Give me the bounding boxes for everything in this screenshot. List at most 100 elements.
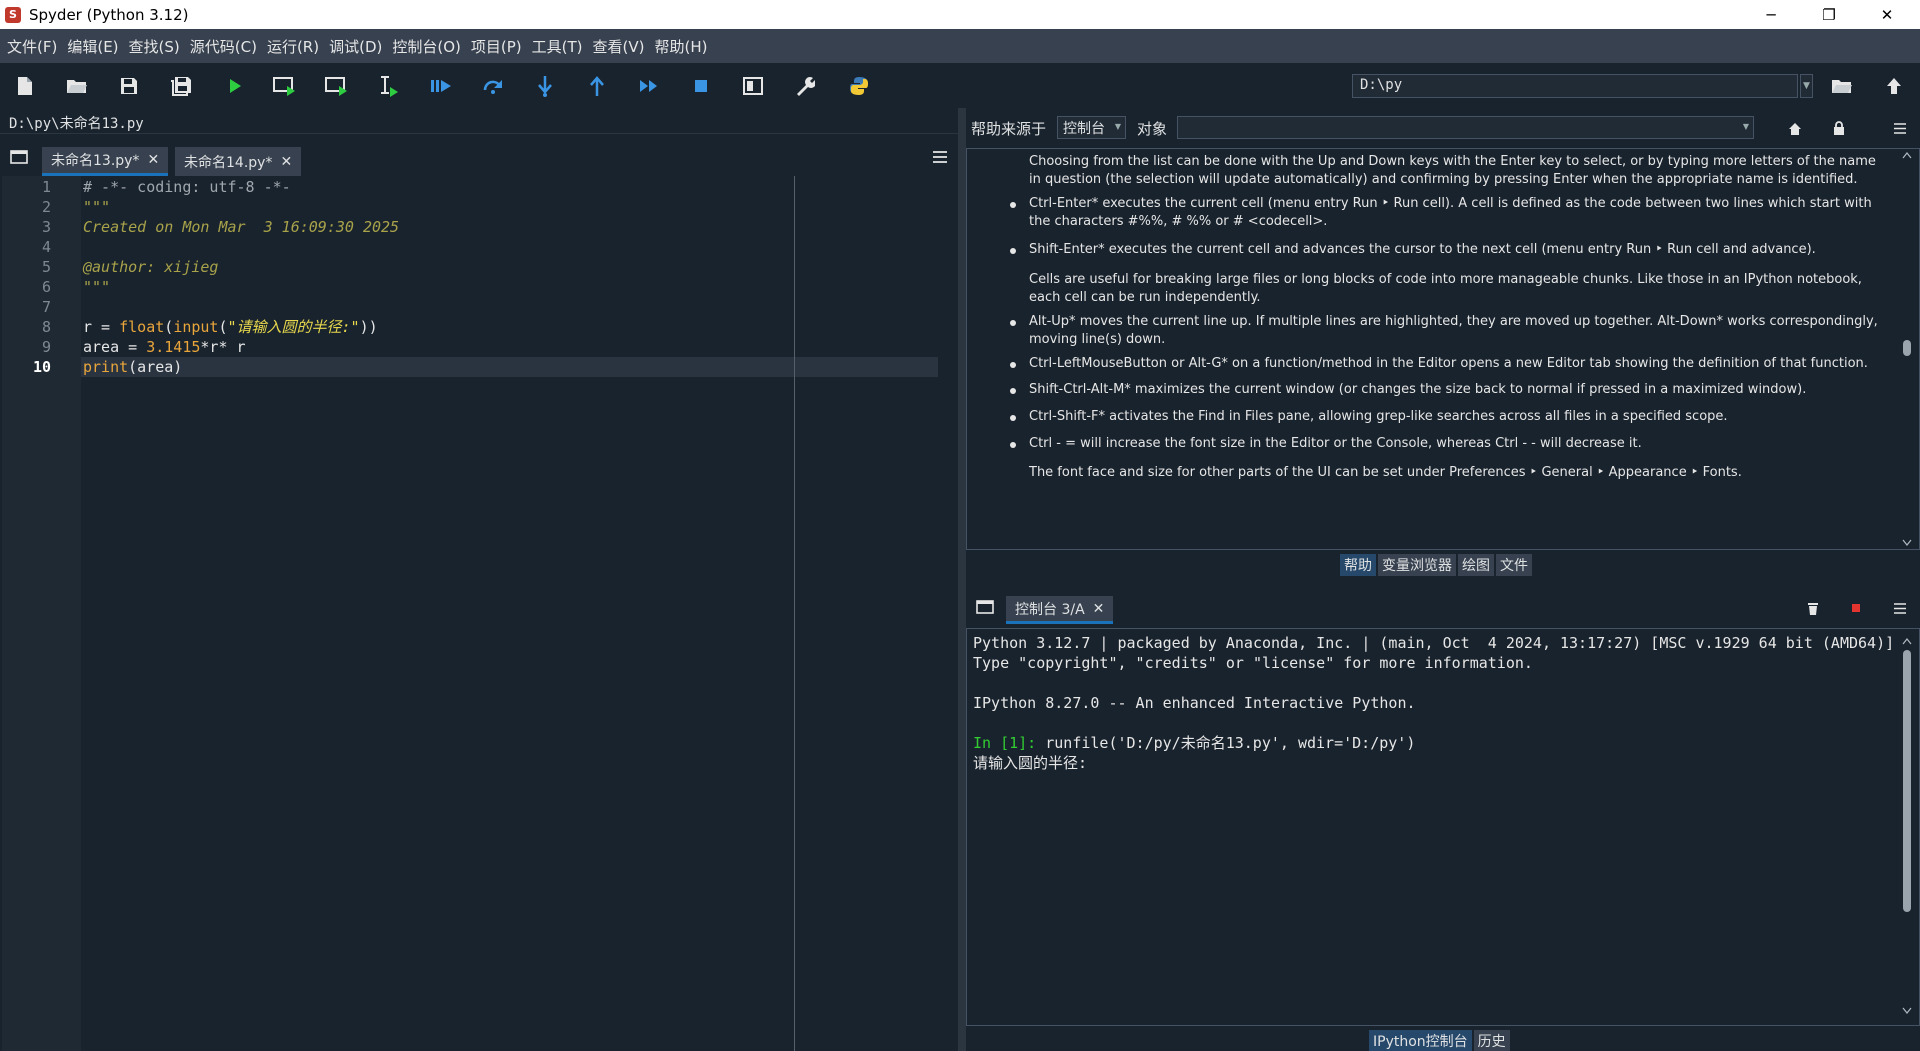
close-tab-icon[interactable]: ✕ — [1093, 601, 1105, 617]
code-line[interactable] — [81, 237, 938, 257]
pane-splitter[interactable] — [958, 108, 966, 1051]
run-cell-advance-icon[interactable] — [323, 72, 351, 100]
minimize-button[interactable]: ─ — [1742, 0, 1800, 29]
menu-debug[interactable]: 调试(D) — [324, 36, 387, 57]
lock-icon[interactable] — [1829, 118, 1849, 138]
menu-tools[interactable]: 工具(T) — [527, 36, 588, 57]
browse-tabs-icon[interactable] — [9, 148, 29, 166]
edge-line — [794, 176, 795, 1051]
console-command: runfile('D:/py/未命名13.py', wdir='D:/py') — [1036, 734, 1416, 752]
debug-step-return-icon[interactable] — [583, 72, 611, 100]
console-options-menu-icon[interactable] — [1890, 598, 1910, 618]
interrupt-kernel-icon[interactable] — [1846, 598, 1866, 618]
editor-tab-label: 未命名13.py* — [51, 153, 140, 169]
help-text: Ctrl-Enter* executes the current cell (m… — [1029, 196, 1872, 229]
editor-tab-untitled13[interactable]: 未命名13.py* ✕ — [42, 147, 169, 176]
code-line[interactable]: print(area) — [81, 357, 938, 377]
working-directory-input[interactable]: D:\py — [1352, 74, 1798, 98]
console-line: Python 3.12.7 | packaged by Anaconda, In… — [973, 634, 1895, 652]
console-output-line[interactable]: 请输入圆的半径: — [967, 753, 1919, 773]
chevron-down-icon: ▼ — [1114, 122, 1121, 131]
ipython-console[interactable]: Python 3.12.7 | packaged by Anaconda, In… — [966, 628, 1920, 1026]
close-tab-icon[interactable]: ✕ — [147, 152, 159, 168]
line-number: 9 — [41, 338, 51, 356]
console-tab[interactable]: 控制台 3/A ✕ — [1006, 596, 1114, 624]
bullet — [1010, 202, 1016, 208]
editor-file-path: D:\py\未命名13.py — [0, 108, 958, 134]
open-file-icon[interactable] — [63, 72, 91, 100]
menu-projects[interactable]: 项目(P) — [466, 36, 527, 57]
remove-all-variables-icon[interactable] — [1803, 598, 1823, 618]
code-line[interactable] — [81, 297, 938, 317]
console-scrollbar[interactable] — [1900, 636, 1914, 1016]
help-options-menu-icon[interactable] — [1890, 118, 1910, 138]
help-source-value: 控制台 — [1063, 121, 1105, 137]
editor-scrollbar[interactable] — [938, 176, 958, 1051]
menu-consoles[interactable]: 控制台(O) — [387, 36, 466, 57]
close-tab-icon[interactable]: ✕ — [280, 154, 292, 170]
window-title: Spyder (Python 3.12) — [29, 5, 189, 24]
code-line[interactable]: """ — [81, 277, 938, 297]
help-content: Choosing from the list can be done with … — [966, 148, 1920, 550]
console-pane-tabs: IPython控制台 历史 — [1369, 1030, 1510, 1051]
tab-ipython-console[interactable]: IPython控制台 — [1369, 1030, 1472, 1051]
code-area[interactable]: # -*- coding: utf-8 -*- """ Created on Mon… — [81, 176, 938, 1051]
line-number: 8 — [41, 318, 51, 336]
console-line: IPython 8.27.0 -- An enhanced Interactiv… — [973, 694, 1416, 712]
help-scrollbar[interactable] — [1900, 150, 1914, 548]
code-line[interactable]: @author: xijieg — [81, 257, 938, 277]
code-line[interactable]: Created on Mon Mar 3 16:09:30 2025 — [81, 217, 938, 237]
preferences-wrench-icon[interactable] — [791, 72, 819, 100]
menu-source[interactable]: 源代码(C) — [185, 36, 262, 57]
code-line[interactable]: # -*- coding: utf-8 -*- — [81, 177, 938, 197]
parent-directory-icon[interactable] — [1880, 72, 1908, 100]
menu-edit[interactable]: 编辑(E) — [62, 36, 123, 57]
code-line[interactable]: area = 3.1415*r* r — [81, 337, 938, 357]
code-line[interactable]: r = float(input("请输入圆的半径:")) — [81, 317, 938, 337]
help-text: The font face and size for other parts o… — [1029, 465, 1742, 480]
python-path-manager-icon[interactable] — [845, 72, 873, 100]
home-icon[interactable] — [1785, 118, 1805, 138]
menu-view[interactable]: 查看(V) — [588, 36, 650, 57]
help-source-select[interactable]: 控制台 ▼ — [1057, 116, 1126, 139]
menu-bar: 文件(F) 编辑(E) 查找(S) 源代码(C) 运行(R) 调试(D) 控制台… — [0, 29, 1920, 63]
working-directory-dropdown-icon[interactable]: ▼ — [1800, 74, 1813, 98]
new-file-icon[interactable] — [11, 72, 39, 100]
run-file-icon[interactable] — [221, 72, 249, 100]
line-number: 2 — [41, 198, 51, 216]
debug-stop-icon[interactable] — [687, 72, 715, 100]
run-selection-icon[interactable] — [375, 72, 403, 100]
bullet — [1010, 248, 1016, 254]
save-all-icon[interactable] — [167, 72, 195, 100]
debug-step-into-icon[interactable] — [531, 72, 559, 100]
tab-variable-explorer[interactable]: 变量浏览器 — [1378, 554, 1456, 576]
maximize-pane-icon[interactable] — [739, 72, 767, 100]
line-number: 1 — [41, 178, 51, 196]
help-object-input[interactable]: ▼ — [1177, 116, 1754, 139]
debug-file-icon[interactable] — [427, 72, 455, 100]
tab-plots[interactable]: 绘图 — [1458, 554, 1494, 576]
debug-step-over-icon[interactable] — [479, 72, 507, 100]
save-file-icon[interactable] — [115, 72, 143, 100]
bullet — [1010, 388, 1016, 394]
editor-options-menu-icon[interactable] — [930, 148, 950, 166]
menu-file[interactable]: 文件(F) — [2, 36, 62, 57]
close-window-button[interactable]: ✕ — [1858, 0, 1916, 29]
menu-search[interactable]: 查找(S) — [124, 36, 185, 57]
tab-history[interactable]: 历史 — [1473, 1030, 1510, 1051]
debug-continue-icon[interactable] — [635, 72, 663, 100]
tab-files[interactable]: 文件 — [1496, 554, 1532, 576]
browse-tabs-icon[interactable] — [975, 598, 995, 616]
code-line[interactable]: """ — [81, 197, 938, 217]
title-bar: S Spyder (Python 3.12) ─ ❐ ✕ — [0, 0, 1920, 29]
browse-directory-icon[interactable] — [1828, 72, 1856, 100]
tab-help[interactable]: 帮助 — [1340, 554, 1376, 576]
run-cell-icon[interactable] — [271, 72, 299, 100]
menu-help[interactable]: 帮助(H) — [649, 36, 712, 57]
menu-run[interactable]: 运行(R) — [262, 36, 324, 57]
editor-tab-untitled14[interactable]: 未命名14.py* ✕ — [175, 147, 302, 176]
line-number: 10 — [32, 358, 51, 376]
console-tab-bar: 控制台 3/A ✕ — [966, 587, 1920, 627]
maximize-button[interactable]: ❐ — [1800, 0, 1858, 29]
